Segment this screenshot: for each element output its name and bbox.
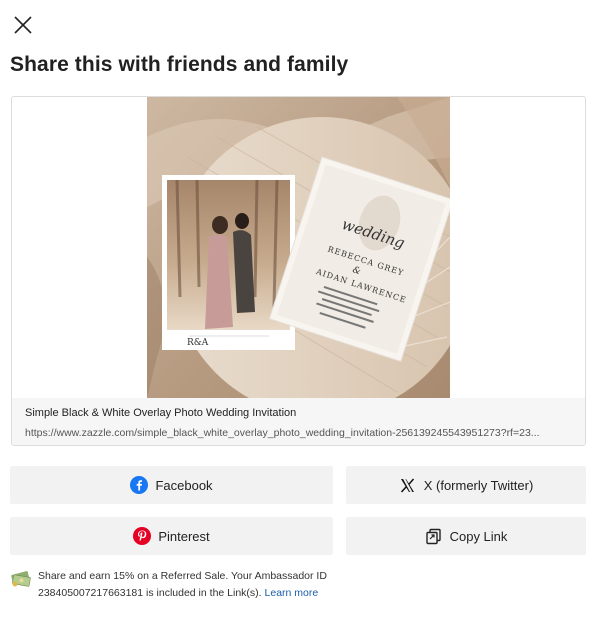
product-title: Simple Black & White Overlay Photo Weddi… [25, 407, 297, 419]
money-icon [10, 570, 32, 588]
pinterest-label: Pinterest [158, 528, 210, 544]
x-label: X (formerly Twitter) [423, 477, 534, 493]
dialog-title: Share this with friends and family [10, 53, 349, 76]
copy-link-label: Copy Link [449, 528, 508, 544]
pinterest-icon [133, 527, 152, 545]
close-icon [14, 16, 32, 34]
product-image-graphic: R&A wedding REBECCA GREY & AIDAN LAWRENC… [147, 97, 450, 398]
close-button[interactable] [12, 14, 34, 36]
facebook-icon [130, 476, 149, 494]
facebook-share-button[interactable]: Facebook [10, 466, 333, 504]
facebook-label: Facebook [155, 477, 213, 493]
product-image: R&A wedding REBECCA GREY & AIDAN LAWRENC… [147, 97, 450, 398]
copy-link-icon [425, 527, 443, 545]
copy-link-button[interactable]: Copy Link [346, 517, 586, 555]
learn-more-link[interactable]: Learn more [265, 587, 319, 599]
pinterest-share-button[interactable]: Pinterest [10, 517, 333, 555]
preview-meta: Simple Black & White Overlay Photo Weddi… [12, 398, 585, 445]
x-share-button[interactable]: X (formerly Twitter) [346, 466, 586, 504]
share-preview-card: R&A wedding REBECCA GREY & AIDAN LAWRENC… [11, 96, 586, 446]
monogram-text: R&A [187, 338, 209, 348]
product-url: https://www.zazzle.com/simple_black_whit… [25, 427, 540, 439]
x-logo-icon [399, 476, 417, 494]
ambassador-note: Share and earn 15% on a Referred Sale. Y… [10, 568, 340, 602]
